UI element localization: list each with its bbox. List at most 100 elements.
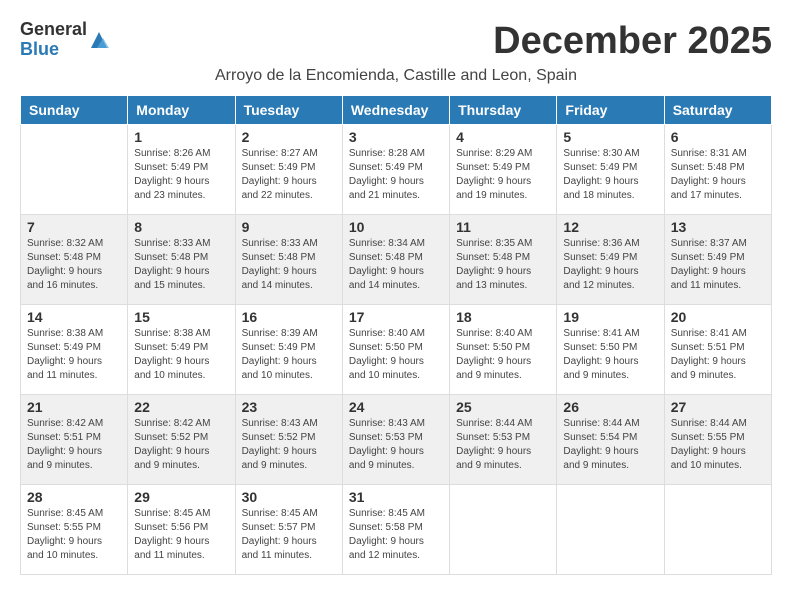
calendar-cell: 22Sunrise: 8:42 AM Sunset: 5:52 PM Dayli… — [128, 395, 235, 485]
day-info: Sunrise: 8:45 AM Sunset: 5:58 PM Dayligh… — [349, 507, 443, 563]
logo-general-text: General — [20, 20, 87, 40]
day-number: 11 — [456, 219, 550, 235]
day-number: 27 — [671, 399, 765, 415]
day-number: 3 — [349, 129, 443, 145]
header-sunday: Sunday — [21, 96, 128, 125]
day-number: 23 — [242, 399, 336, 415]
day-number: 1 — [134, 129, 228, 145]
header-tuesday: Tuesday — [235, 96, 342, 125]
page-header: General Blue December 2025 — [20, 20, 772, 63]
header-thursday: Thursday — [450, 96, 557, 125]
day-info: Sunrise: 8:29 AM Sunset: 5:49 PM Dayligh… — [456, 147, 550, 203]
header-wednesday: Wednesday — [342, 96, 449, 125]
logo-blue-text: Blue — [20, 40, 87, 60]
calendar-cell: 21 Sunrise: 8:42 AM Sunset: 5:51 PM Dayli… — [21, 395, 128, 485]
calendar-cell: 16 Sunrise: 8:39 AM Sunset: 5:49 PM Dayli… — [235, 305, 342, 395]
day-info: Sunrise: 8:28 AM Sunset: 5:49 PM Dayligh… — [349, 147, 443, 203]
calendar-cell: 12Sunrise: 8:36 AM Sunset: 5:49 PM Dayli… — [557, 215, 664, 305]
day-info: Sunrise: 8:34 AM Sunset: 5:48 PM Dayligh… — [349, 237, 443, 293]
day-number: 19 — [563, 309, 657, 325]
day-info: Sunrise: 8:35 AM Sunset: 5:48 PM Dayligh… — [456, 237, 550, 293]
calendar-cell: 29 Sunrise: 8:45 AM Sunset: 5:56 PM Dayli… — [128, 485, 235, 575]
calendar-cell: 3 Sunrise: 8:28 AM Sunset: 5:49 PM Daylig… — [342, 125, 449, 215]
week-row-1: 7 Sunrise: 8:32 AM Sunset: 5:48 PM Daylig… — [21, 215, 772, 305]
day-number: 17 — [349, 309, 443, 325]
logo: General Blue — [20, 20, 109, 60]
calendar-cell: 8 Sunrise: 8:33 AM Sunset: 5:48 PM Daylig… — [128, 215, 235, 305]
calendar-cell: 6Sunrise: 8:31 AM Sunset: 5:48 PM Daylig… — [664, 125, 771, 215]
day-info: Sunrise: 8:41 AM Sunset: 5:51 PM Dayligh… — [671, 327, 765, 383]
day-number: 21 — [27, 399, 121, 415]
calendar-cell: 28 Sunrise: 8:45 AM Sunset: 5:55 PM Dayli… — [21, 485, 128, 575]
day-info: Sunrise: 8:33 AM Sunset: 5:48 PM Dayligh… — [242, 237, 336, 293]
calendar-cell: 26 Sunrise: 8:44 AM Sunset: 5:54 PM Dayli… — [557, 395, 664, 485]
day-info: Sunrise: 8:45 AM Sunset: 5:56 PM Dayligh… — [134, 507, 228, 563]
calendar-cell: 9 Sunrise: 8:33 AM Sunset: 5:48 PM Daylig… — [235, 215, 342, 305]
day-number: 26 — [563, 399, 657, 415]
calendar-cell: 10 Sunrise: 8:34 AM Sunset: 5:48 PM Dayli… — [342, 215, 449, 305]
calendar-cell: 14 Sunrise: 8:38 AM Sunset: 5:49 PM Dayli… — [21, 305, 128, 395]
header-friday: Friday — [557, 96, 664, 125]
day-number: 30 — [242, 489, 336, 505]
day-info: Sunrise: 8:39 AM Sunset: 5:49 PM Dayligh… — [242, 327, 336, 383]
day-info: Sunrise: 8:44 AM Sunset: 5:54 PM Dayligh… — [563, 417, 657, 473]
day-info: Sunrise: 8:33 AM Sunset: 5:48 PM Dayligh… — [134, 237, 228, 293]
calendar-cell: 4 Sunrise: 8:29 AM Sunset: 5:49 PM Daylig… — [450, 125, 557, 215]
day-number: 22 — [134, 399, 228, 415]
day-number: 8 — [134, 219, 228, 235]
day-info: Sunrise: 8:43 AM Sunset: 5:53 PM Dayligh… — [349, 417, 443, 473]
day-number: 20 — [671, 309, 765, 325]
header-monday: Monday — [128, 96, 235, 125]
day-info: Sunrise: 8:38 AM Sunset: 5:49 PM Dayligh… — [134, 327, 228, 383]
calendar-cell — [21, 125, 128, 215]
calendar-cell: 30 Sunrise: 8:45 AM Sunset: 5:57 PM Dayli… — [235, 485, 342, 575]
calendar-cell: 5 Sunrise: 8:30 AM Sunset: 5:49 PM Daylig… — [557, 125, 664, 215]
calendar-cell: 20 Sunrise: 8:41 AM Sunset: 5:51 PM Dayli… — [664, 305, 771, 395]
day-number: 7 — [27, 219, 121, 235]
day-info: Sunrise: 8:27 AM Sunset: 5:49 PM Dayligh… — [242, 147, 336, 203]
day-number: 28 — [27, 489, 121, 505]
calendar-cell: 18Sunrise: 8:40 AM Sunset: 5:50 PM Dayli… — [450, 305, 557, 395]
day-info: Sunrise: 8:26 AM Sunset: 5:49 PM Dayligh… — [134, 147, 228, 203]
day-number: 25 — [456, 399, 550, 415]
week-row-4: 28 Sunrise: 8:45 AM Sunset: 5:55 PM Dayli… — [21, 485, 772, 575]
day-number: 16 — [242, 309, 336, 325]
day-info: Sunrise: 8:45 AM Sunset: 5:55 PM Dayligh… — [27, 507, 121, 563]
day-number: 29 — [134, 489, 228, 505]
header-saturday: Saturday — [664, 96, 771, 125]
day-info: Sunrise: 8:44 AM Sunset: 5:53 PM Dayligh… — [456, 417, 550, 473]
calendar-cell — [450, 485, 557, 575]
day-info: Sunrise: 8:44 AM Sunset: 5:55 PM Dayligh… — [671, 417, 765, 473]
week-row-0: 1 Sunrise: 8:26 AM Sunset: 5:49 PM Daylig… — [21, 125, 772, 215]
day-info: Sunrise: 8:36 AM Sunset: 5:49 PM Dayligh… — [563, 237, 657, 293]
header-row: SundayMondayTuesdayWednesdayThursdayFrid… — [21, 96, 772, 125]
calendar-cell: 11 Sunrise: 8:35 AM Sunset: 5:48 PM Dayli… — [450, 215, 557, 305]
calendar-cell: 7 Sunrise: 8:32 AM Sunset: 5:48 PM Daylig… — [21, 215, 128, 305]
day-info: Sunrise: 8:32 AM Sunset: 5:48 PM Dayligh… — [27, 237, 121, 293]
day-info: Sunrise: 8:45 AM Sunset: 5:57 PM Dayligh… — [242, 507, 336, 563]
calendar-table: SundayMondayTuesdayWednesdayThursdayFrid… — [20, 95, 772, 575]
day-number: 5 — [563, 129, 657, 145]
day-number: 10 — [349, 219, 443, 235]
week-row-2: 14 Sunrise: 8:38 AM Sunset: 5:49 PM Dayli… — [21, 305, 772, 395]
calendar-cell: 25 Sunrise: 8:44 AM Sunset: 5:53 PM Dayli… — [450, 395, 557, 485]
calendar-cell: 13Sunrise: 8:37 AM Sunset: 5:49 PM Dayli… — [664, 215, 771, 305]
calendar-cell: 17Sunrise: 8:40 AM Sunset: 5:50 PM Dayli… — [342, 305, 449, 395]
day-info: Sunrise: 8:31 AM Sunset: 5:48 PM Dayligh… — [671, 147, 765, 203]
day-info: Sunrise: 8:38 AM Sunset: 5:49 PM Dayligh… — [27, 327, 121, 383]
calendar-cell: 31Sunrise: 8:45 AM Sunset: 5:58 PM Dayli… — [342, 485, 449, 575]
logo-icon — [89, 30, 109, 50]
calendar-cell: 23Sunrise: 8:43 AM Sunset: 5:52 PM Dayli… — [235, 395, 342, 485]
calendar-cell: 1 Sunrise: 8:26 AM Sunset: 5:49 PM Daylig… — [128, 125, 235, 215]
day-number: 9 — [242, 219, 336, 235]
calendar-cell — [557, 485, 664, 575]
day-number: 15 — [134, 309, 228, 325]
day-number: 14 — [27, 309, 121, 325]
day-info: Sunrise: 8:40 AM Sunset: 5:50 PM Dayligh… — [456, 327, 550, 383]
day-number: 4 — [456, 129, 550, 145]
day-number: 13 — [671, 219, 765, 235]
day-info: Sunrise: 8:42 AM Sunset: 5:51 PM Dayligh… — [27, 417, 121, 473]
day-info: Sunrise: 8:41 AM Sunset: 5:50 PM Dayligh… — [563, 327, 657, 383]
calendar-cell — [664, 485, 771, 575]
day-info: Sunrise: 8:30 AM Sunset: 5:49 PM Dayligh… — [563, 147, 657, 203]
